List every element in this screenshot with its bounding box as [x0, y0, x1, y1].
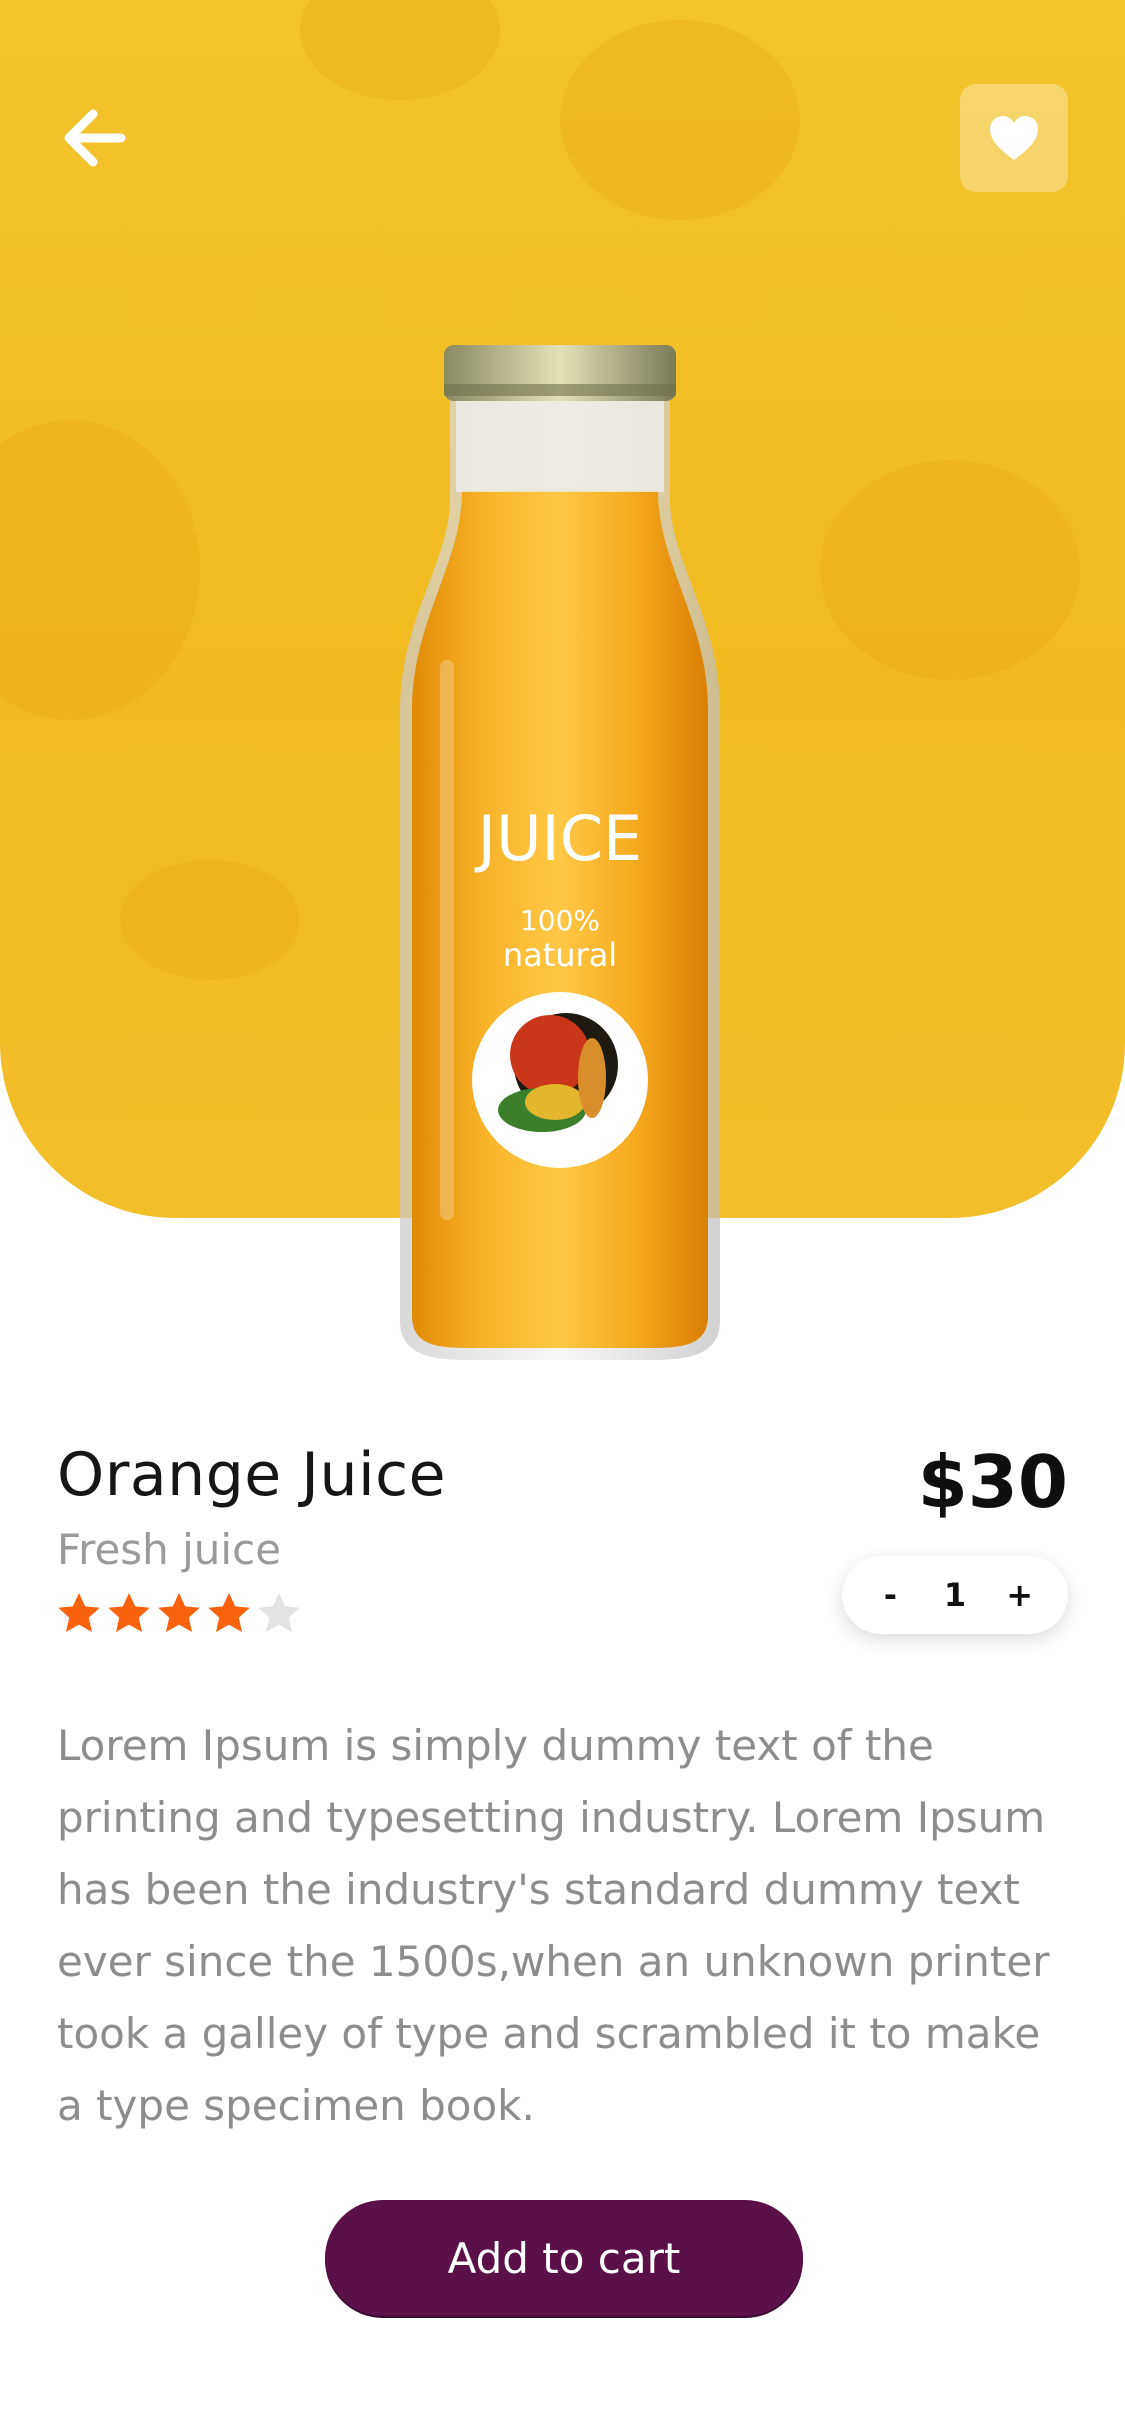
decrement-button[interactable]: -: [875, 1576, 905, 1614]
star-empty-icon: [258, 1593, 300, 1632]
splash-decoration: [300, 0, 500, 100]
arrow-left-icon: [64, 109, 126, 167]
bottle-label-title: JUICE: [474, 802, 642, 875]
increment-button[interactable]: +: [1005, 1576, 1035, 1614]
bottle-label-line2: natural: [503, 936, 617, 974]
splash-decoration: [820, 460, 1080, 680]
bottle-label-line1: 100%: [520, 904, 600, 937]
juice-bottle-image: JUICE 100% natural: [400, 345, 720, 1360]
star-rating: [55, 1590, 305, 1638]
heart-icon: [990, 116, 1038, 160]
add-to-cart-label: Add to cart: [447, 2233, 681, 2283]
star-filled-icon: [158, 1593, 200, 1632]
back-button[interactable]: [52, 100, 136, 176]
star-filled-icon: [108, 1593, 150, 1632]
splash-decoration: [0, 420, 200, 720]
star-filled-icon: [208, 1593, 250, 1632]
product-price: $30: [917, 1440, 1068, 1524]
product-title: Orange Juice: [57, 1440, 447, 1510]
star-filled-icon: [58, 1593, 100, 1632]
favorite-button[interactable]: [960, 84, 1068, 192]
splash-decoration: [120, 860, 300, 980]
product-description: Lorem Ipsum is simply dummy text of the …: [57, 1721, 1050, 2130]
quantity-value: 1: [943, 1576, 967, 1614]
add-to-cart-button[interactable]: Add to cart: [325, 2200, 803, 2316]
quantity-stepper: - 1 +: [842, 1556, 1068, 1634]
splash-decoration: [560, 20, 800, 220]
product-subtitle: Fresh juice: [57, 1525, 282, 1574]
